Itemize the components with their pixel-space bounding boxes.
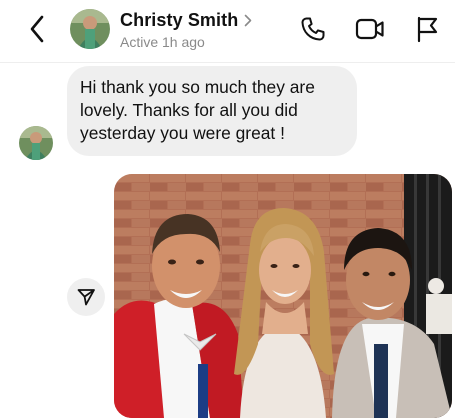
phone-icon <box>301 17 325 41</box>
incoming-message-bubble[interactable]: Hi thank you so much they are lovely. Th… <box>67 66 357 156</box>
audio-call-button[interactable] <box>298 14 328 44</box>
contact-name: Christy Smith <box>120 9 239 30</box>
back-button[interactable] <box>24 14 50 44</box>
chevron-right-icon <box>244 13 254 27</box>
report-button[interactable] <box>412 14 442 44</box>
video-camera-icon <box>355 18 384 40</box>
paper-plane-icon <box>77 289 95 306</box>
share-button[interactable] <box>67 278 105 316</box>
contact-avatar[interactable] <box>70 9 110 49</box>
chat-header: Christy Smith Active 1h ago <box>0 0 455 63</box>
chevron-left-icon <box>30 15 44 43</box>
sender-avatar[interactable] <box>19 126 53 160</box>
sent-photo[interactable] <box>114 174 452 418</box>
flag-icon <box>417 16 438 43</box>
active-status: Active 1h ago <box>120 34 205 50</box>
contact-name-link[interactable]: Christy Smith <box>120 9 254 31</box>
chat-screen: Christy Smith Active 1h ago Hi thank you… <box>0 0 455 420</box>
video-call-button[interactable] <box>355 14 385 44</box>
photo-image <box>114 174 452 418</box>
